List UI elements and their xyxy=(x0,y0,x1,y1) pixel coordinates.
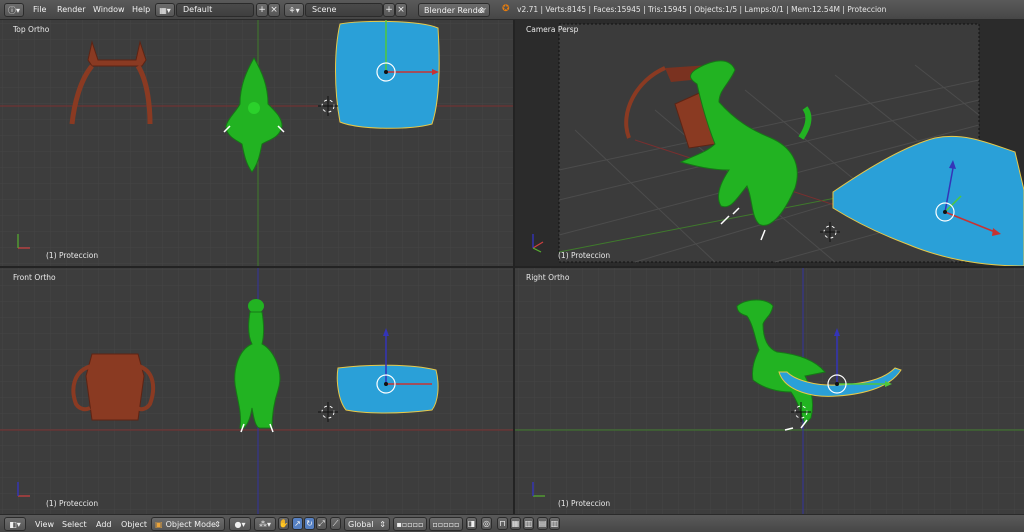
viewport-front-ortho-canvas xyxy=(0,268,513,514)
viewport-shading-dropdown[interactable]: ●▾ xyxy=(229,517,251,531)
snap-target-button[interactable]: ▥ xyxy=(523,517,534,530)
hand-icon: ✋ xyxy=(278,519,289,528)
translate-manipulator-button[interactable]: ↗ xyxy=(292,517,303,530)
orientation-label: Global xyxy=(348,519,374,529)
viewport-front-ortho[interactable]: Front Ortho (1) Proteccion xyxy=(0,268,513,514)
snap-target-icon: ▥ xyxy=(524,519,533,528)
screen-layout-field[interactable]: Default xyxy=(176,3,254,17)
viewport-right-ortho[interactable]: Right Ortho (1) Proteccion xyxy=(515,268,1024,514)
rotate-icon: ↻ xyxy=(306,519,313,528)
lock-layers-button[interactable]: ◨ xyxy=(466,517,477,530)
arrow-icon: ↗ xyxy=(294,519,301,528)
viewport-top-ortho-canvas xyxy=(0,20,513,266)
viewport-divider-horizontal[interactable] xyxy=(0,266,1024,268)
viewport-label: Right Ortho xyxy=(526,273,570,282)
scene-field[interactable]: Scene xyxy=(305,3,383,17)
menu-select[interactable]: Select xyxy=(62,520,87,529)
mode-label: Object Mode xyxy=(165,519,216,529)
3d-view-icon: ◧▾ xyxy=(9,519,21,529)
close-icon: × xyxy=(270,5,278,15)
menu-file[interactable]: File xyxy=(33,5,46,14)
orientation-icon: ⟋ xyxy=(332,518,339,528)
snap-grid-icon: ▦ xyxy=(511,519,520,528)
viewport-label: Top Ortho xyxy=(13,25,50,34)
seat-object[interactable] xyxy=(335,20,440,129)
scale-manipulator-button[interactable]: ⤢ xyxy=(316,517,327,530)
render-animation-button[interactable]: ▥ xyxy=(549,517,560,530)
info-icon: ⓘ▾ xyxy=(7,5,20,15)
proportional-icon: ◎ xyxy=(483,519,490,528)
active-object-label: (1) Proteccion xyxy=(558,251,611,260)
manipulator-toggle[interactable]: ✋ xyxy=(278,517,289,530)
solid-shading-icon: ●▾ xyxy=(234,519,246,529)
viewport-camera-canvas xyxy=(515,20,1024,266)
menu-view[interactable]: View xyxy=(35,520,54,529)
pivot-icon: ⁂▾ xyxy=(258,519,271,529)
remove-screen-button[interactable]: × xyxy=(268,3,280,17)
render-opengl-button[interactable]: ▤ xyxy=(537,517,548,530)
interaction-mode-dropdown[interactable]: ▣ Object Mode ⇕ xyxy=(151,517,225,531)
scene-selector[interactable]: ⚘▾ xyxy=(284,3,304,17)
snap-element-dropdown[interactable]: ▦ xyxy=(510,517,521,530)
viewport-right-ortho-canvas xyxy=(515,268,1024,514)
lock-icon: ◨ xyxy=(467,519,476,528)
layer-buttons-group-b[interactable]: ▫▫▫▫▫ xyxy=(429,517,463,531)
dropdown-arrow-icon: ⇕ xyxy=(214,519,221,529)
viewport-top-ortho[interactable]: Top Ortho (1) Proteccion xyxy=(0,20,513,266)
viewport-camera-persp[interactable]: Camera Persp (1) Proteccion xyxy=(515,20,1024,266)
dropdown-arrow-icon: ⇕ xyxy=(379,519,386,529)
menu-render[interactable]: Render xyxy=(57,5,85,14)
pivot-point-dropdown[interactable]: ⁂▾ xyxy=(254,517,276,531)
menu-add[interactable]: Add xyxy=(96,520,112,529)
transform-orientation-icon-button[interactable]: ⟋ xyxy=(330,517,341,530)
active-object-label: (1) Proteccion xyxy=(558,499,611,508)
object-mode-icon: ▣ xyxy=(155,519,163,529)
3d-view-header: ◧▾ View Select Add Object ▣ Object Mode … xyxy=(0,514,1024,532)
layers-icon: ▫▫▫▫▫ xyxy=(432,519,460,529)
layers-icon: ▪▫▫▫▫ xyxy=(396,519,424,529)
editor-type-button[interactable]: ◧▾ xyxy=(4,517,26,531)
blender-logo-icon: ✪ xyxy=(502,4,510,14)
snap-toggle-button[interactable]: ⊓ xyxy=(497,517,508,530)
camera-icon: ▤ xyxy=(538,519,547,528)
render-engine-label: Blender Render xyxy=(424,5,487,15)
menu-help[interactable]: Help xyxy=(132,5,150,14)
proportional-edit-button[interactable]: ◎ xyxy=(481,517,492,530)
render-engine-dropdown[interactable]: Blender Render ⇕ xyxy=(418,3,490,17)
scene-statistics: v2.71 | Verts:8145 | Faces:15945 | Tris:… xyxy=(517,5,887,14)
menu-window[interactable]: Window xyxy=(93,5,125,14)
scene-icon: ⚘▾ xyxy=(288,5,300,15)
plus-icon: + xyxy=(385,5,393,15)
add-screen-button[interactable]: + xyxy=(256,3,268,17)
layout-grid-icon: ▦▾ xyxy=(159,5,171,15)
viewport-label: Camera Persp xyxy=(526,25,579,34)
transform-orientation-dropdown[interactable]: Global ⇕ xyxy=(344,517,390,531)
magnet-icon: ⊓ xyxy=(499,519,506,528)
menu-object[interactable]: Object xyxy=(121,520,147,529)
active-object-label: (1) Proteccion xyxy=(46,499,99,508)
close-icon: × xyxy=(397,5,405,15)
plus-icon: + xyxy=(258,5,266,15)
viewport-label: Front Ortho xyxy=(13,273,56,282)
remove-scene-button[interactable]: × xyxy=(395,3,407,17)
scale-icon: ⤢ xyxy=(318,518,325,528)
active-object-label: (1) Proteccion xyxy=(46,251,99,260)
info-header: ⓘ▾ File Render Window Help ▦▾ Default + … xyxy=(0,0,1024,20)
layer-buttons-group-a[interactable]: ▪▫▫▫▫ xyxy=(393,517,427,531)
rotate-manipulator-button[interactable]: ↻ xyxy=(304,517,315,530)
dropdown-arrow-icon: ⇕ xyxy=(478,5,485,15)
film-icon: ▥ xyxy=(550,519,559,528)
editor-type-button[interactable]: ⓘ▾ xyxy=(4,3,24,17)
add-scene-button[interactable]: + xyxy=(383,3,395,17)
screen-layout-selector[interactable]: ▦▾ xyxy=(155,3,175,17)
